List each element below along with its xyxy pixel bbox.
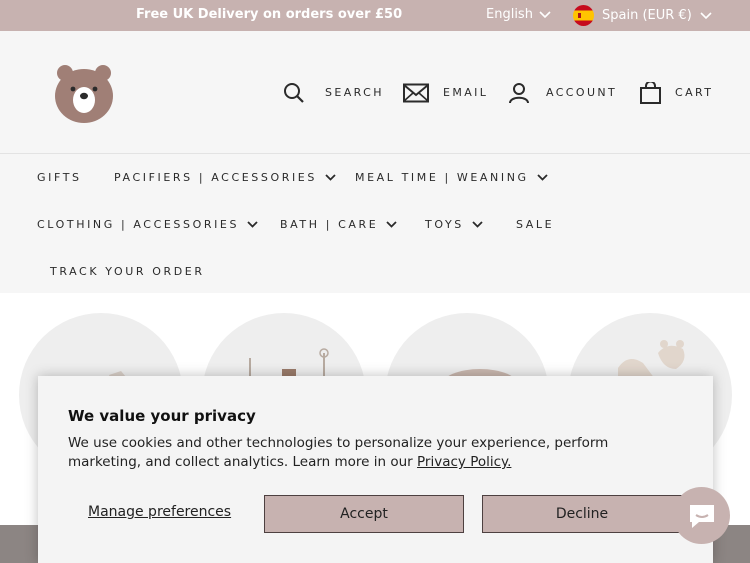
menu-item-label: BATH | CARE	[280, 218, 379, 231]
main-menu: GIFTS PACIFIERS | ACCESSORIES MEAL TIME …	[0, 154, 750, 293]
menu-item-label: CLOTHING | ACCESSORIES	[37, 218, 240, 231]
menu-item-label: TRACK YOUR ORDER	[50, 265, 205, 278]
search-icon	[284, 82, 304, 103]
search-label: SEARCH	[325, 86, 384, 99]
country-selector[interactable]: Spain (EUR €)	[573, 5, 712, 26]
language-selector[interactable]: English	[486, 7, 551, 22]
chevron-down-icon	[537, 174, 548, 181]
bear-logo-icon[interactable]	[54, 63, 114, 123]
accept-button[interactable]: Accept	[264, 495, 464, 533]
menu-item-label: GIFTS	[37, 171, 82, 184]
menu-item-label: PACIFIERS | ACCESSORIES	[114, 171, 317, 184]
manage-preferences-button[interactable]: Manage preferences	[88, 504, 231, 520]
chevron-down-icon	[386, 221, 397, 228]
cart-link[interactable]: CART	[640, 31, 713, 154]
account-link[interactable]: ACCOUNT	[508, 31, 617, 154]
chevron-down-icon	[700, 11, 712, 19]
email-icon	[403, 83, 429, 102]
chat-bubble-icon	[689, 504, 714, 528]
chevron-down-icon	[325, 174, 336, 181]
cart-bag-icon	[640, 81, 661, 104]
account-icon	[509, 82, 529, 103]
menu-item-pacifiers[interactable]: PACIFIERS | ACCESSORIES	[114, 171, 336, 184]
menu-item-clothing[interactable]: CLOTHING | ACCESSORIES	[37, 218, 258, 231]
email-label: EMAIL	[443, 86, 489, 99]
cookie-consent-banner: We value your privacy We use cookies and…	[38, 376, 713, 563]
menu-item-bath-care[interactable]: BATH | CARE	[280, 218, 397, 231]
privacy-policy-link[interactable]: Privacy Policy.	[417, 454, 511, 470]
language-label: English	[486, 7, 533, 22]
chevron-down-icon	[472, 221, 483, 228]
menu-item-toys[interactable]: TOYS	[425, 218, 483, 231]
chevron-down-icon	[539, 10, 551, 18]
menu-item-label: TOYS	[425, 218, 464, 231]
country-label: Spain (EUR €)	[602, 8, 692, 23]
menu-item-gifts[interactable]: GIFTS	[37, 171, 82, 184]
cookie-title: We value your privacy	[68, 407, 256, 425]
search-link[interactable]: SEARCH	[283, 31, 384, 154]
cookie-body-text: We use cookies and other technologies to…	[68, 435, 609, 470]
chat-launcher-button[interactable]	[673, 487, 730, 544]
cookie-body: We use cookies and other technologies to…	[68, 434, 680, 472]
announcement-message: Free UK Delivery on orders over £50	[136, 7, 403, 22]
site-header: SEARCH EMAIL ACCOUNT CART	[0, 31, 750, 154]
email-link[interactable]: EMAIL	[403, 31, 488, 154]
menu-item-sale[interactable]: SALE	[516, 218, 554, 231]
chevron-down-icon	[247, 221, 258, 228]
menu-item-label: MEAL TIME | WEANING	[355, 171, 529, 184]
account-label: ACCOUNT	[546, 86, 618, 99]
cart-label: CART	[675, 86, 714, 99]
spain-flag-icon	[573, 5, 594, 26]
menu-item-track-order[interactable]: TRACK YOUR ORDER	[50, 265, 205, 278]
menu-item-meal-time[interactable]: MEAL TIME | WEANING	[355, 171, 548, 184]
menu-item-label: SALE	[516, 218, 555, 231]
announcement-bar: Free UK Delivery on orders over £50 Engl…	[0, 0, 750, 31]
decline-button[interactable]: Decline	[482, 495, 682, 533]
